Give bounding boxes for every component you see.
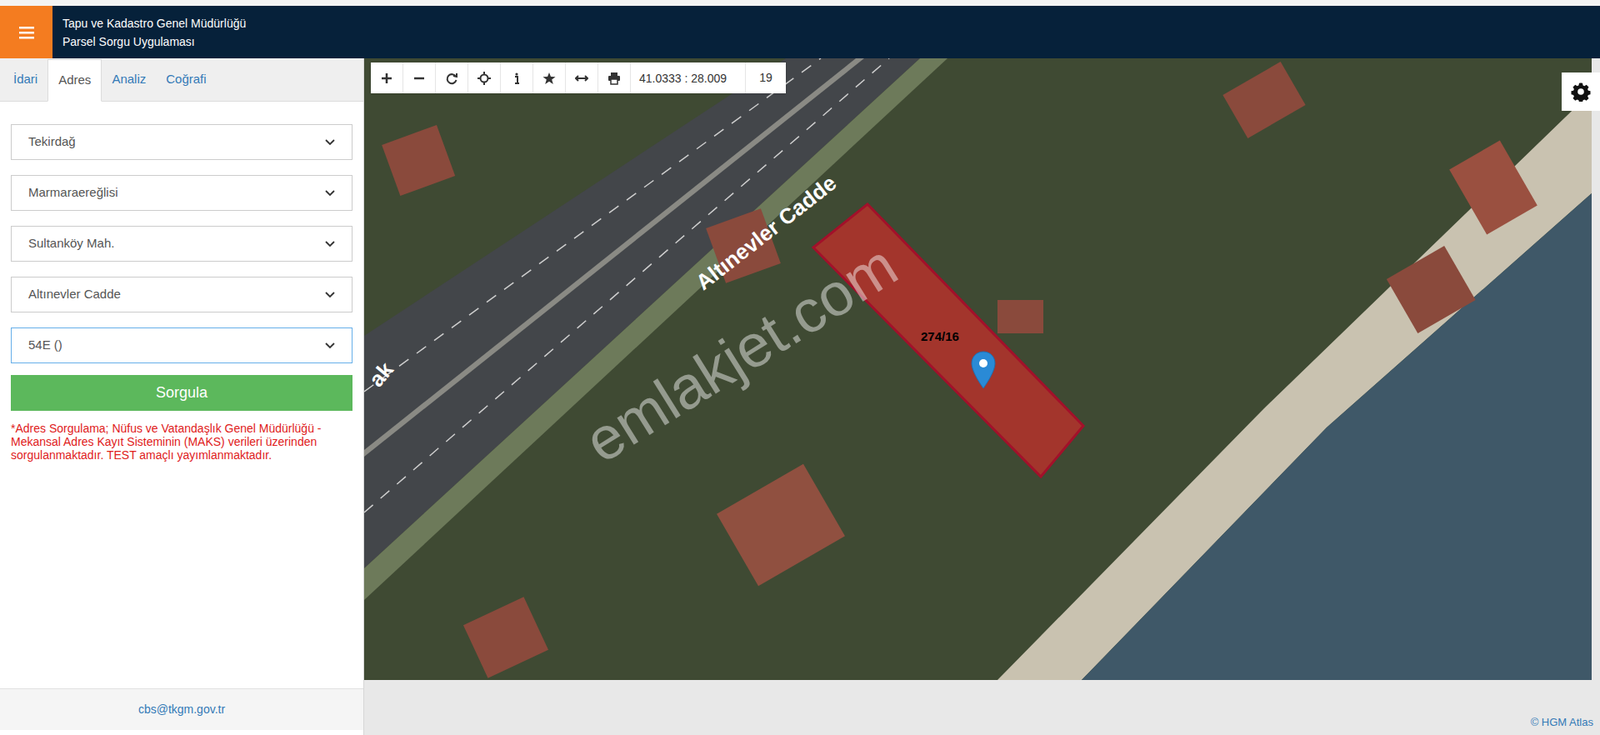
attribution: © HGM Atlas xyxy=(1530,714,1594,731)
star-icon xyxy=(542,71,556,85)
zoom-out-button[interactable] xyxy=(403,62,436,94)
app-title: Tapu ve Kadastro Genel Müdürlüğü xyxy=(62,14,246,33)
parcel-label: 274/16 xyxy=(920,327,960,347)
star-button[interactable] xyxy=(533,62,566,94)
tab[interactable]: Analiz xyxy=(101,58,156,101)
settings-button[interactable] xyxy=(1561,72,1600,111)
chevron-icon xyxy=(325,137,335,148)
zoom-out-icon xyxy=(412,71,426,85)
contact-email[interactable]: cbs@tkgm.gov.tr xyxy=(138,700,225,719)
select-value: Sultanköy Mah. xyxy=(28,234,115,254)
map[interactable]: Altınevler Caddeakemlakjet.com274/1619 xyxy=(364,58,1592,680)
menu-button[interactable] xyxy=(0,5,53,59)
address-select[interactable]: Marmaraereğlisi xyxy=(10,175,353,211)
address-select[interactable]: 54E () xyxy=(10,327,353,364)
address-form: Tekirdağ Marmaraereğlisi Sultanköy Mah. Alt… xyxy=(0,101,364,462)
select-value: Marmaraereğlisi xyxy=(28,183,119,203)
header-titles: Tapu ve Kadastro Genel MüdürlüğüParsel S… xyxy=(62,14,246,51)
menu-icon xyxy=(19,25,35,40)
chevron-icon xyxy=(325,290,335,300)
tab[interactable]: Coğrafi xyxy=(155,58,216,101)
info-button[interactable] xyxy=(500,62,534,94)
footer: cbs@tkgm.gov.tr xyxy=(0,688,364,730)
address-note: *Adres Sorgulama; Nüfus ve Vatandaşlık G… xyxy=(10,421,353,462)
zoom-in-button[interactable] xyxy=(370,62,404,94)
refresh-button[interactable] xyxy=(435,62,469,94)
chevron-icon xyxy=(325,340,335,351)
measure-icon xyxy=(575,71,589,85)
chevron-icon xyxy=(325,188,335,199)
tab[interactable]: Adres xyxy=(47,59,102,102)
select-value: Altınevler Cadde xyxy=(28,285,121,305)
address-select[interactable]: Sultanköy Mah. xyxy=(10,225,353,262)
map-area: Altınevler Caddeakemlakjet.com274/1619© … xyxy=(364,58,1600,735)
zoom-in-icon xyxy=(380,71,394,85)
tab-bar: İdariAdresAnalizCoğrafi xyxy=(0,58,364,102)
sidebar: İdariAdresAnalizCoğrafi Tekirdağ Marmaraer… xyxy=(0,58,365,735)
map-toolbar: 19 xyxy=(370,62,786,94)
measure-button[interactable] xyxy=(565,62,599,94)
zoom-level[interactable]: 19 xyxy=(745,62,786,94)
query-button[interactable]: Sorgula xyxy=(10,375,353,411)
gear-icon xyxy=(1570,81,1591,102)
coordinates-field[interactable] xyxy=(630,62,746,94)
tab[interactable]: İdari xyxy=(3,58,48,101)
app-subtitle: Parsel Sorgu Uygulaması xyxy=(62,32,246,51)
address-select[interactable]: Tekirdağ xyxy=(10,124,353,160)
select-value: 54E () xyxy=(28,335,63,355)
location-pin-icon xyxy=(970,350,997,390)
refresh-icon xyxy=(445,71,459,85)
info-icon xyxy=(510,71,524,85)
top-strip xyxy=(0,0,1600,6)
print-icon xyxy=(607,71,621,85)
locate-button[interactable] xyxy=(468,62,501,94)
main: İdariAdresAnalizCoğrafi Tekirdağ Marmaraer… xyxy=(0,58,1600,735)
chevron-icon xyxy=(325,239,335,250)
header: Tapu ve Kadastro Genel MüdürlüğüParsel S… xyxy=(0,5,1600,59)
print-button[interactable] xyxy=(598,62,631,94)
locate-icon xyxy=(477,71,491,85)
address-select[interactable]: Altınevler Cadde xyxy=(10,276,353,313)
select-value: Tekirdağ xyxy=(28,132,76,152)
